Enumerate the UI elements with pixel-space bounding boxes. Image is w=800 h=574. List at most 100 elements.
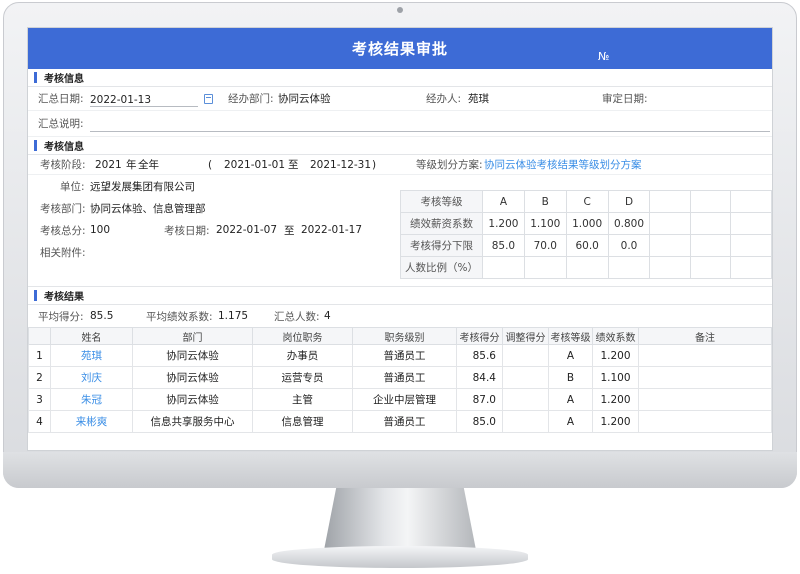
assessment-row-1: 考核阶段: 2021 年 全年 ( 2021-01-01 至 2021-12-3… — [28, 155, 772, 175]
handler-label: 经办人: — [426, 93, 462, 105]
grade-cell-empty — [649, 212, 691, 235]
section-heading-info: 考核信息 — [28, 69, 772, 87]
cell-score: 85.0 — [456, 410, 503, 433]
assess-dept-row: 考核部门: 协同云体验、信息管理部 — [28, 197, 398, 219]
grade-cell — [482, 256, 525, 279]
cell-coef: 1.200 — [592, 410, 639, 433]
stage-period: 全年 — [138, 159, 159, 171]
cell-post: 信息管理 — [252, 410, 353, 433]
employee-name-link[interactable]: 朱冠 — [50, 388, 133, 411]
monitor-chin — [3, 452, 797, 488]
calendar-icon[interactable] — [204, 87, 213, 110]
assess-date-label: 考核日期: — [164, 224, 210, 237]
column-header: 部门 — [132, 327, 253, 345]
results-table: 姓名 部门 岗位职务 职务级别 考核得分 调整得分 考核等级 绩效系数 备注 1 苑琪 协同云体验办… — [28, 327, 772, 433]
cell-dept: 协同云体验 — [132, 388, 253, 411]
cell-grade: A — [548, 388, 593, 411]
cell-level: 普通员工 — [352, 344, 457, 367]
cell-coef: 1.200 — [592, 344, 639, 367]
range-to: 至 — [288, 159, 299, 171]
avg-score-value: 85.5 — [90, 310, 114, 322]
table-row: 3 朱冠 协同云体验 主管 企业中层管理 87.0 A 1.200 — [28, 388, 772, 411]
employee-name-link[interactable]: 刘庆 — [50, 366, 133, 389]
cell-grade: A — [548, 410, 593, 433]
total-label: 考核总分: — [40, 224, 86, 237]
grade-cell — [565, 256, 609, 279]
scheme-link[interactable]: 协同云体验考核结果等级划分方案 — [484, 155, 642, 174]
note-field[interactable] — [90, 111, 770, 136]
column-header: 绩效系数 — [592, 327, 639, 345]
monitor-stand-neck — [324, 488, 476, 550]
grade-cell-empty — [649, 234, 691, 257]
grade-row-head: 人数比例（%） — [400, 256, 483, 279]
note-label: 汇总说明: — [38, 118, 84, 130]
unit-row: 单位: 远望发展集团有限公司 — [28, 175, 398, 197]
title-bar: 考核结果审批 № — [28, 28, 772, 69]
unit-value: 远望发展集团有限公司 — [90, 180, 195, 193]
cell-coef: 1.100 — [592, 366, 639, 389]
grade-cell: 1.000 — [565, 212, 609, 235]
info-row-2: 汇总说明: — [28, 111, 772, 137]
column-header: 考核得分 — [456, 327, 503, 345]
cell-grade: B — [548, 366, 593, 389]
section-title: 考核信息 — [44, 74, 84, 85]
grade-cell: 0.800 — [607, 212, 651, 235]
grade-row: 考核得分下限 85.0 70.0 60.0 0.0 — [400, 234, 772, 257]
summary-date-field[interactable]: 2022-01-13 — [90, 87, 198, 110]
section-marker — [34, 290, 37, 301]
grade-cell-empty — [689, 256, 732, 279]
grade-row-head: 绩效薪资系数 — [400, 212, 483, 235]
section-heading-results: 考核结果 — [28, 287, 772, 305]
grade-cell-empty — [730, 256, 772, 279]
section-marker — [34, 140, 37, 151]
cell-level: 普通员工 — [352, 366, 457, 389]
cell-score: 87.0 — [456, 388, 503, 411]
total-row: 考核总分: 100 考核日期: 2022-01-07 至 2022-01-17 — [28, 219, 398, 241]
cell-idx: 1 — [28, 344, 51, 367]
cell-level: 普通员工 — [352, 410, 457, 433]
cell-dept: 协同云体验 — [132, 344, 253, 367]
grade-cell-empty — [730, 234, 772, 257]
grade-row-head: 考核等级 — [400, 190, 483, 213]
column-header: 考核等级 — [548, 327, 593, 345]
grade-row: 考核等级 A B C D — [400, 190, 772, 213]
employee-name-link[interactable]: 来彬爽 — [50, 410, 133, 433]
cell-adj — [502, 410, 549, 433]
column-header: 调整得分 — [502, 327, 549, 345]
summary-date-label: 汇总日期: — [38, 93, 84, 105]
avg-score-label: 平均得分: — [38, 310, 84, 323]
avg-coef-value: 1.175 — [218, 310, 249, 322]
cell-score: 84.4 — [456, 366, 503, 389]
dept-value: 协同云体验 — [278, 93, 331, 105]
grade-row: 人数比例（%） — [400, 256, 772, 279]
range-end: 2021-12-31 — [310, 158, 372, 171]
table-row: 1 苑琪 协同云体验 办事员 普通员工 85.6 A 1.200 — [28, 344, 772, 367]
section-title: 考核结果 — [44, 292, 84, 303]
grade-cell: B — [523, 190, 567, 213]
assess-dept-value: 协同云体验、信息管理部 — [90, 202, 206, 215]
cell-dept: 协同云体验 — [132, 366, 253, 389]
cell-post: 运营专员 — [252, 366, 353, 389]
screen: 考核结果审批 № 考核信息 汇总日期: 2022-01-13 经办部门: 协同云… — [27, 27, 773, 451]
cell-adj — [502, 388, 549, 411]
page-title: 考核结果审批 — [351, 40, 448, 58]
employee-name-link[interactable]: 苑琪 — [50, 344, 133, 367]
count-value: 4 — [324, 310, 331, 322]
cell-idx: 4 — [28, 410, 51, 433]
cell-post: 办事员 — [252, 344, 353, 367]
grade-cell-empty — [730, 190, 772, 213]
attach-label: 相关附件: — [40, 246, 86, 259]
cell-note — [638, 388, 772, 411]
column-header: 备注 — [638, 327, 772, 345]
grade-cell-empty — [649, 190, 691, 213]
assess-dept-label: 考核部门: — [40, 202, 86, 215]
grade-cell: 1.100 — [523, 212, 567, 235]
summary-date-value[interactable]: 2022-01-13 — [90, 90, 198, 107]
cell-idx: 3 — [28, 388, 51, 411]
stage-year: 2021 — [95, 158, 122, 171]
paren-open: ( — [208, 158, 213, 171]
range-start: 2021-01-01 — [224, 158, 286, 171]
column-header — [28, 327, 51, 345]
cell-note — [638, 344, 772, 367]
grade-cell-empty — [689, 190, 732, 213]
